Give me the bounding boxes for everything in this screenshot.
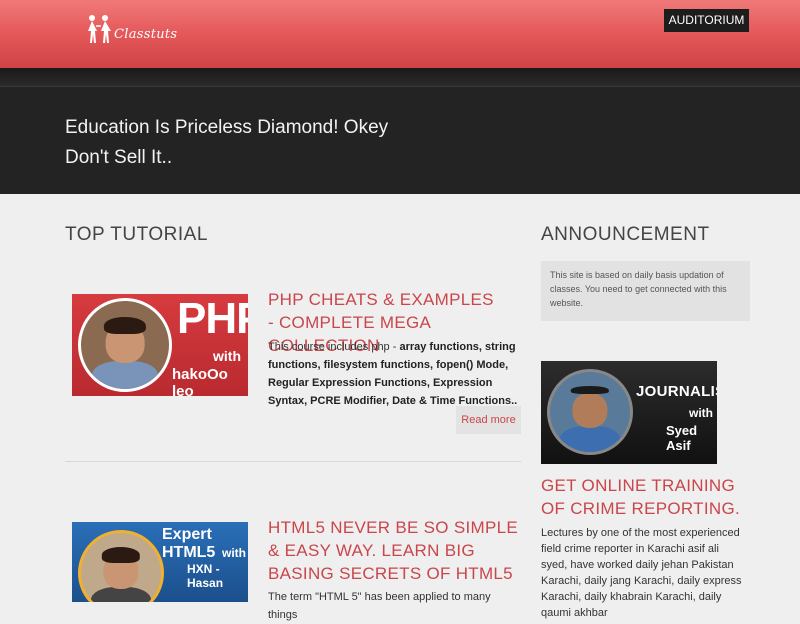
post-excerpt-crime-reporting: Lectures by one of the most experienced … [541,527,742,619]
thumb-heading: JOURNALISIM [636,383,717,400]
top-header-bar: Classtuts AUDITORIUM [0,0,800,68]
instructor-portrait [78,298,172,392]
post-divider [65,461,521,462]
hero-banner: Education Is Priceless Diamond! Okey Don… [0,87,800,194]
journalism-course-thumbnail[interactable]: JOURNALISIM with Syed Asif [541,361,717,464]
hero-line-1: Education Is Priceless Diamond! Okey [65,117,389,138]
post-excerpt-html5: The term "HTML 5" has been applied to ma… [268,591,491,621]
post-title-html5[interactable]: HTML5 NEVER BE SO SIMPLE & EASY WAY. LEA… [268,516,526,585]
post-excerpt-php: This course includes php - array functio… [268,338,520,410]
logo-text: Classtuts [114,27,178,42]
thumb-with: with [689,406,713,420]
announcement-box: This site is based on daily basis updati… [541,261,750,321]
instructor-portrait [78,530,164,602]
top-tutorial-heading: TOP TUTORIAL [65,224,208,245]
auditorium-button[interactable]: AUDITORIUM [664,9,749,32]
thumb-with: with [222,546,246,560]
read-more-button[interactable]: Read more [456,406,521,434]
announcement-heading: ANNOUNCEMENT [541,224,710,245]
html5-course-thumbnail[interactable]: Expert HTML5 with HXN - Hasan [72,522,248,602]
thumb-instructor-name: Syed Asif [666,423,698,453]
people-logo-icon [88,15,111,43]
thumb-with: with [213,348,241,364]
hero-line-2: Don't Sell It.. [65,147,173,168]
thumb-heading: PHP [177,294,248,343]
site-logo[interactable]: Classtuts [86,14,177,44]
thumb-instructor-name: HXN - Hasan [187,562,224,590]
nav-strip [0,68,800,86]
post-title-crime-reporting[interactable]: GET ONLINE TRAINING OF CRIME REPORTING. [541,474,741,520]
php-course-thumbnail[interactable]: PHP with hakoOo leo [72,294,248,396]
hero-tagline: Education Is Priceless Diamond! Okey Don… [65,113,425,173]
thumb-instructor-name: hakoOo leo [172,366,228,396]
instructor-portrait [547,369,633,455]
excerpt-intro: This course includes php - [268,341,400,353]
